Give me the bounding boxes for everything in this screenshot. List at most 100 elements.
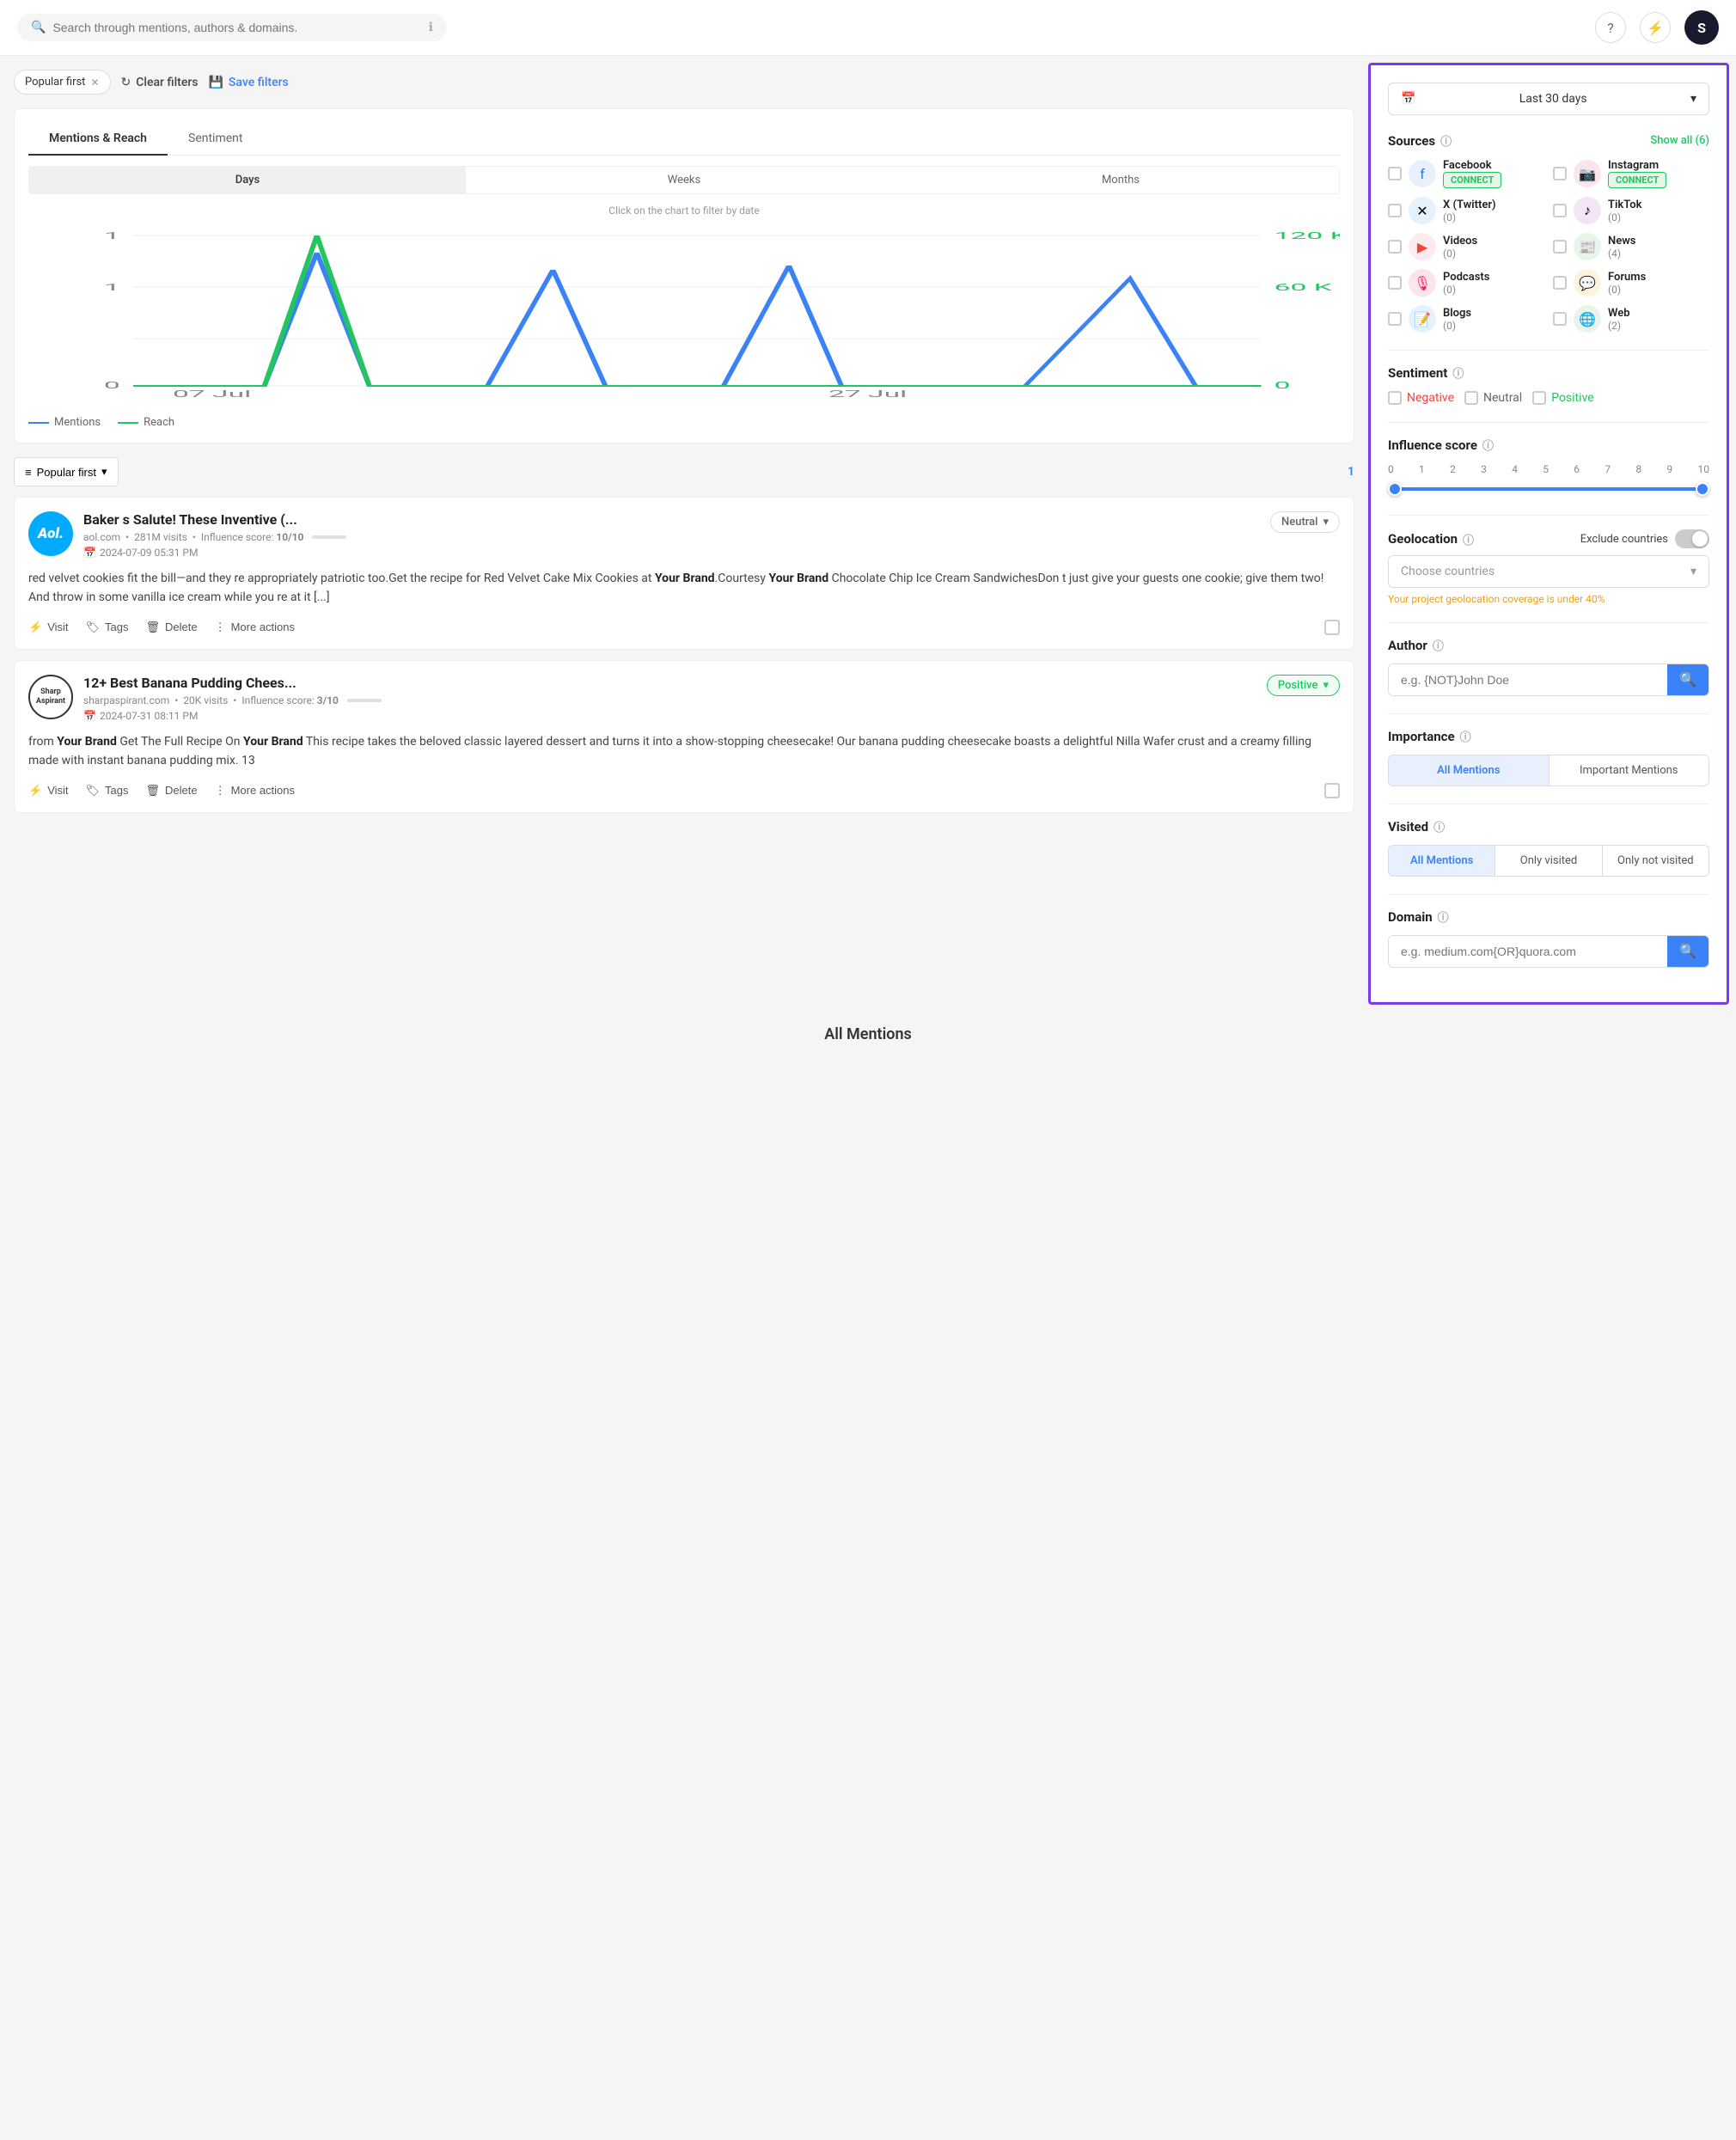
visited-all[interactable]: All Mentions [1389,846,1495,876]
visited-only-visited[interactable]: Only visited [1495,846,1601,876]
svg-text:1: 1 [104,282,120,293]
mention-checkbox[interactable] [1324,620,1340,635]
author-input-row: 🔍 [1388,663,1709,696]
geo-section: Geolocation ⓘ Exclude countries Choose c… [1388,529,1709,605]
date-range-dropdown[interactable]: 📅 Last 30 days ▾ [1388,83,1709,115]
mention-info: Baker s Salute! These Inventive (... aol… [83,511,1260,559]
help-icon[interactable]: ? [1595,12,1626,43]
delete-button[interactable]: 🗑 Delete [146,784,198,798]
mention-body: red velvet cookies fit the bill—and they… [28,569,1340,608]
importance-all-mentions[interactable]: All Mentions [1389,755,1549,786]
influence-label: Influence score: 10/10 [201,531,303,543]
positive-checkbox[interactable] [1532,391,1546,405]
tab-mentions-reach[interactable]: Mentions & Reach [28,123,168,156]
search-bar[interactable]: 🔍 ℹ [17,14,447,41]
plugin-icon[interactable]: ⚡ [1640,12,1671,43]
source-checkbox-podcasts[interactable] [1388,276,1402,290]
tags-button[interactable]: 🏷 Tags [86,621,129,634]
country-dropdown[interactable]: Choose countries ▾ [1388,555,1709,588]
connect-badge-instagram[interactable]: CONNECT [1608,172,1666,188]
negative-checkbox[interactable] [1388,391,1402,405]
range-thumb-right[interactable] [1696,482,1709,496]
domain-info-icon[interactable]: ⓘ [1438,908,1449,925]
author-search-button[interactable]: 🔍 [1667,664,1708,695]
clear-filters-button[interactable]: ↻ Clear filters [121,76,199,89]
range-slider[interactable] [1388,480,1709,498]
all-mentions-label: All Mentions [824,1025,912,1043]
chip-close-icon[interactable]: ✕ [90,76,99,89]
importance-toggle-group: All Mentions Important Mentions [1388,755,1709,786]
chip-label: Popular first [25,76,85,89]
visited-section: Visited ⓘ All Mentions Only visited Only… [1388,818,1709,877]
avatar[interactable]: S [1684,10,1719,45]
time-tab-days[interactable]: Days [29,167,466,193]
range-thumb-left[interactable] [1388,482,1402,496]
chart-card: Mentions & Reach Sentiment Days Weeks Mo… [14,108,1354,443]
author-info-icon[interactable]: ⓘ [1433,637,1444,653]
svg-text:1: 1 [104,230,120,242]
author-input[interactable] [1389,664,1667,695]
sources-grid: f Facebook CONNECT 📷 Instagram CONNECT ✕ [1388,159,1709,333]
source-checkbox-instagram[interactable] [1553,167,1567,180]
importance-info-icon[interactable]: ⓘ [1460,728,1471,744]
mention-checkbox[interactable] [1324,783,1340,798]
more-actions-button[interactable]: ⋮ More actions [215,621,295,634]
importance-important-mentions[interactable]: Important Mentions [1549,755,1709,786]
influence-info-icon[interactable]: ⓘ [1482,437,1494,453]
sentiment-negative[interactable]: Negative [1388,391,1454,405]
source-checkbox-news[interactable] [1553,240,1567,254]
time-tab-weeks[interactable]: Weeks [466,167,902,193]
divider [1388,894,1709,895]
domain-input[interactable] [1389,936,1667,967]
sentiment-positive[interactable]: Positive [1532,391,1593,405]
show-all-link[interactable]: Show all (6) [1650,134,1709,147]
more-actions-button[interactable]: ⋮ More actions [215,784,295,798]
geo-info-icon[interactable]: ⓘ [1463,531,1474,547]
visited-info-icon[interactable]: ⓘ [1433,818,1445,835]
sort-button[interactable]: ≡ Popular first ▾ [14,457,119,486]
chart-note: Click on the chart to filter by date [28,205,1340,217]
podcasts-icon: 🎙 [1409,269,1436,297]
source-checkbox-forums[interactable] [1553,276,1567,290]
sentiment-title: Sentiment ⓘ [1388,364,1709,381]
domain: aol.com [83,531,120,543]
sentiment-options: Negative Neutral Positive [1388,391,1709,405]
visited-toggle-group: All Mentions Only visited Only not visit… [1388,845,1709,877]
save-filters-button[interactable]: 💾 Save filters [208,76,288,89]
source-item-instagram: 📷 Instagram CONNECT [1553,159,1709,188]
sentiment-label: Positive [1278,679,1318,692]
tab-sentiment[interactable]: Sentiment [168,123,263,156]
popular-first-chip[interactable]: Popular first ✕ [14,70,111,95]
left-panel: Popular first ✕ ↻ Clear filters 💾 Save f… [0,56,1368,1012]
score-labels: 01234 5678910 [1388,463,1709,475]
divider [1388,713,1709,714]
tags-button[interactable]: 🏷 Tags [86,784,129,798]
source-checkbox-web[interactable] [1553,312,1567,326]
visited-only-not-visited[interactable]: Only not visited [1602,846,1708,876]
search-input[interactable] [52,21,421,34]
divider [1388,350,1709,351]
sentiment-info-icon[interactable]: ⓘ [1452,364,1464,381]
sources-info-icon[interactable]: ⓘ [1440,132,1452,149]
exclude-countries-toggle[interactable] [1675,529,1709,548]
sentiment-neutral[interactable]: Neutral [1464,391,1522,405]
source-checkbox-twitter[interactable] [1388,204,1402,217]
source-checkbox-tiktok[interactable] [1553,204,1567,217]
visit-button[interactable]: ⚡ Visit [28,784,69,798]
time-tab-months[interactable]: Months [902,167,1339,193]
source-checkbox-blogs[interactable] [1388,312,1402,326]
source-checkbox-facebook[interactable] [1388,167,1402,180]
chart-svg: 1 1 0 120 K 60 K 0 07 Jul 27 Jul [28,227,1340,399]
facebook-icon: f [1409,160,1436,187]
exclude-countries-row: Exclude countries [1580,529,1709,548]
connect-badge-facebook[interactable]: CONNECT [1443,172,1501,188]
reach-line-icon [118,422,138,424]
neutral-checkbox[interactable] [1464,391,1478,405]
visit-button[interactable]: ⚡ Visit [28,621,69,634]
delete-button[interactable]: 🗑 Delete [146,621,198,634]
svg-text:120 K: 120 K [1274,230,1340,242]
sentiment-badge[interactable]: Positive ▾ [1267,675,1340,696]
source-checkbox-videos[interactable] [1388,240,1402,254]
domain-search-button[interactable]: 🔍 [1667,936,1708,967]
sentiment-badge[interactable]: Neutral ▾ [1270,511,1340,533]
